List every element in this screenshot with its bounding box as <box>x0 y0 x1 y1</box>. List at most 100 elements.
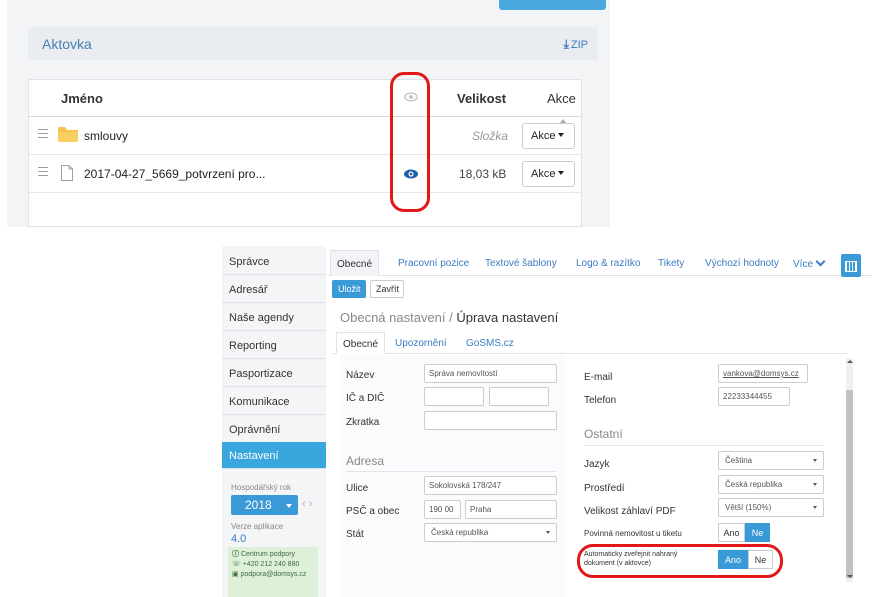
info-icon: ⓘ <box>232 551 239 558</box>
tab-logo-razitko[interactable]: Logo & razítko <box>576 250 640 276</box>
column-name-header[interactable]: Jméno <box>61 91 103 106</box>
toggle-yes[interactable]: Ano <box>718 523 745 542</box>
settings-subtabs: Obecné Upozornění GoSMS.cz <box>332 332 848 354</box>
sidebar: Správce Adresář Naše agendy Reporting Pa… <box>222 246 326 597</box>
subtab-gosms[interactable]: GoSMS.cz <box>466 332 514 354</box>
name-label: Název <box>346 370 375 381</box>
divider <box>584 445 824 446</box>
highlight-annotation <box>390 72 430 212</box>
city-input[interactable]: Praha <box>465 500 557 519</box>
caret-down-icon <box>558 171 565 175</box>
actions-label: Akce <box>531 130 556 142</box>
country-value: Česká republika <box>431 528 489 537</box>
subtab-obecne[interactable]: Obecné <box>336 332 386 354</box>
calendar-icon[interactable] <box>841 254 861 277</box>
email-input[interactable]: vankova@domsys.cz <box>718 364 808 383</box>
file-name[interactable]: smlouvy <box>84 129 128 143</box>
language-value: Čeština <box>725 456 753 465</box>
tab-obecne[interactable]: Obecné <box>330 250 380 276</box>
toggle-no[interactable]: Ne <box>745 523 770 542</box>
sidebar-item-komunikace[interactable]: Komunikace <box>222 388 326 415</box>
pdf-header-size-value: Větší (150%) <box>725 503 772 512</box>
sidebar-item-agendy[interactable]: Naše agendy <box>222 304 326 331</box>
tab-vice-label: Více <box>793 259 814 270</box>
briefcase-header: Aktovka ⤓ ZIP <box>28 27 598 60</box>
version-value: 4.0 <box>231 533 247 545</box>
support-box: ⓘ Centrum podpory ☏ +420 212 240 880 ▣ p… <box>228 547 318 597</box>
ico-label: IČ a DIČ <box>346 393 385 404</box>
settings-tabs: Obecné Pracovní pozice Textové šablony L… <box>328 250 872 277</box>
language-select[interactable]: Čeština <box>718 451 824 470</box>
name-input[interactable]: Správa nemovitostí <box>424 364 557 383</box>
street-input[interactable]: Sokolovská 178/247 <box>424 476 557 495</box>
divider <box>346 471 556 472</box>
sidebar-item-spravce[interactable]: Správce <box>222 248 326 275</box>
file-size: 18,03 kB <box>459 167 507 181</box>
subtab-upozorneni[interactable]: Upozornění <box>395 332 447 354</box>
scroll-up-arrow-icon[interactable] <box>560 119 566 123</box>
tab-tikety[interactable]: Tikety <box>658 250 684 276</box>
version-label: Verze aplikace <box>231 522 284 531</box>
environment-label: Prostředí <box>584 483 625 494</box>
column-size-header[interactable]: Velikost <box>457 91 506 106</box>
page-title-current: Úprava nastavení <box>456 310 559 325</box>
table-row[interactable]: 2017-04-27_5669_potvrzení pro... 18,03 k… <box>29 155 581 193</box>
tab-vychozi-hodnoty[interactable]: Výchozí hodnoty <box>705 250 779 276</box>
pdf-header-size-select[interactable]: Větší (150%) <box>718 498 824 517</box>
scrollbar[interactable] <box>846 358 853 582</box>
sidebar-item-reporting[interactable]: Reporting <box>222 332 326 359</box>
sidebar-item-opravneni[interactable]: Oprávnění <box>222 416 326 443</box>
country-select[interactable]: Česká republika <box>424 523 557 542</box>
phone-input[interactable]: 22233344455 <box>718 387 790 406</box>
mail-icon: ▣ <box>232 571 239 578</box>
actions-label: Akce <box>531 168 556 180</box>
briefcase-panel: Aktovka ⤓ ZIP Jméno Velikost Akce smlouvy… <box>0 0 610 227</box>
caret-down-icon <box>558 133 565 137</box>
environment-select[interactable]: Česká republika <box>718 475 824 494</box>
zip-city-label: PSČ a obec <box>346 506 400 517</box>
country-label: Stát <box>346 529 364 540</box>
document-icon <box>61 165 73 181</box>
required-property-label: Povinná nemovitost u tiketu <box>584 529 682 538</box>
fiscal-year-value: 2018 <box>245 498 272 512</box>
dic-input[interactable] <box>489 387 549 406</box>
briefcase-title: Aktovka <box>42 36 92 52</box>
zip-input[interactable]: 190 00 <box>424 500 461 519</box>
breadcrumb[interactable]: Obecná nastavení / <box>340 310 456 325</box>
download-icon: ⤓ <box>563 37 569 51</box>
top-action-button[interactable] <box>499 0 606 10</box>
sidebar-item-pasportizace[interactable]: Pasportizace <box>222 360 326 387</box>
caret-down-icon <box>546 531 550 534</box>
scroll-down-arrow-icon[interactable] <box>847 575 853 578</box>
caret-down-icon <box>813 483 817 486</box>
drag-handle-icon[interactable] <box>38 167 48 179</box>
support-phone[interactable]: +420 212 240 880 <box>243 561 300 568</box>
scrollbar-thumb[interactable] <box>846 390 853 578</box>
column-actions-header: Akce <box>547 91 576 106</box>
short-name-input[interactable] <box>424 411 557 430</box>
tab-textove-sablony[interactable]: Textové šablony <box>485 250 557 276</box>
tab-vice[interactable]: Více <box>793 250 826 276</box>
other-heading: Ostatní <box>584 427 623 441</box>
sidebar-item-nastaveni[interactable]: Nastavení <box>222 442 326 469</box>
zip-download-button[interactable]: ⤓ ZIP <box>564 37 588 52</box>
sidebar-item-adresar[interactable]: Adresář <box>222 276 326 303</box>
save-button[interactable]: Uložit <box>332 280 366 298</box>
row-actions-dropdown[interactable]: Akce <box>522 161 575 187</box>
close-button[interactable]: Zavřít <box>370 280 404 298</box>
zip-label: ZIP <box>570 39 588 51</box>
year-prev-next-icon[interactable]: ‹ › <box>302 498 312 510</box>
pdf-header-size-label: Velikost záhlaví PDF <box>584 506 676 517</box>
table-row[interactable]: smlouvy Složka Akce <box>29 117 581 155</box>
folder-icon <box>58 127 78 142</box>
phone-label: Telefon <box>584 395 617 406</box>
support-email[interactable]: podpora@domsys.cz <box>241 571 307 578</box>
drag-handle-icon[interactable] <box>38 129 48 141</box>
row-actions-dropdown[interactable]: Akce <box>522 123 575 149</box>
fiscal-year-label: Hospodářský rok <box>231 483 292 492</box>
scroll-up-arrow-icon[interactable] <box>847 360 853 363</box>
tab-pracovni-pozice[interactable]: Pracovní pozice <box>398 250 469 276</box>
file-name[interactable]: 2017-04-27_5669_potvrzení pro... <box>84 167 265 181</box>
fiscal-year-select[interactable]: 2018 <box>231 495 298 515</box>
ico-input[interactable] <box>424 387 484 406</box>
